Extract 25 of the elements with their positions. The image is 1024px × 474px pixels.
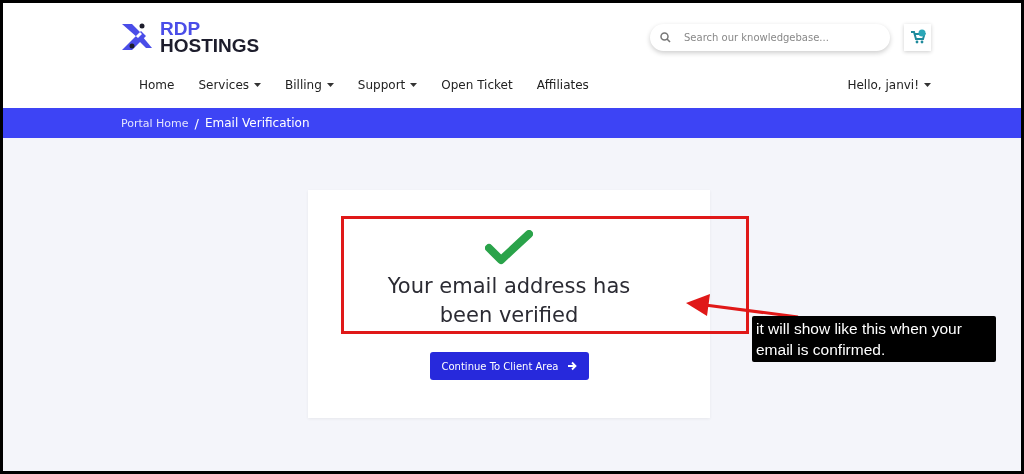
logo-text: RDP <box>160 20 202 37</box>
nav-link[interactable]: Support <box>357 77 418 92</box>
breadcrumb-link[interactable]: Portal Home <box>121 116 189 130</box>
search-field[interactable]: Search our knowledgebase... <box>650 23 890 51</box>
caret-icon <box>254 82 262 87</box>
cart-button[interactable] <box>904 23 931 51</box>
caret-icon <box>326 82 334 87</box>
caret-icon <box>410 82 418 87</box>
logo-text: HOSTINGS <box>160 37 260 54</box>
breadcrumb-current: Email Verification <box>205 116 310 130</box>
search-icon <box>660 31 671 43</box>
nav-link[interactable]: Billing <box>285 77 334 92</box>
breadcrumb-separator: / <box>194 115 199 131</box>
nav-link[interactable]: Affiliates <box>536 77 589 92</box>
cart-icon <box>909 29 926 45</box>
checkmark-icon <box>485 230 533 266</box>
continue-button[interactable]: Continue To Client Area <box>429 352 589 380</box>
nav-link[interactable]: Open Ticket <box>441 77 513 92</box>
nav-link[interactable]: Home <box>139 77 175 92</box>
annotation-note: it will show like this when your email is confirmed. <box>752 316 996 362</box>
arrow-icon <box>566 361 577 371</box>
account-menu[interactable]: Hello, janvi! <box>847 77 931 92</box>
success-message: Your email address has been verified <box>386 273 632 329</box>
nav-link[interactable]: Services <box>198 77 262 92</box>
caret-icon <box>924 82 931 87</box>
